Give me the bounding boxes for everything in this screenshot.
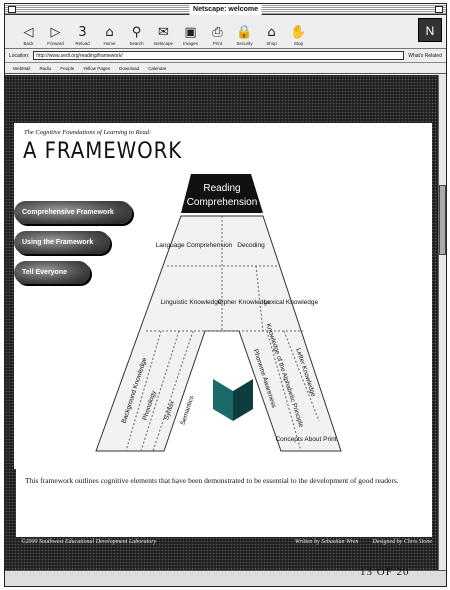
browser-window: Netscape: welcome ◁ Back ▷ Forward 3 Reload ⌂ H… — [4, 3, 447, 587]
apex-label-2: Comprehension — [187, 197, 258, 208]
book-right-icon — [233, 379, 253, 421]
framework-a-shape — [95, 215, 342, 452]
page-number: 13 OF 20 — [360, 566, 410, 578]
language-comprehension-label[interactable]: Language Comprehension — [156, 242, 233, 249]
framework-diagram: Reading Comprehension Language Comprehen… — [95, 174, 342, 452]
book-left-icon — [213, 379, 233, 421]
linguistic-knowledge-label[interactable]: Linguistic Knowledge — [160, 299, 221, 306]
concepts-about-print-label[interactable]: Concepts About Print — [275, 436, 336, 443]
vertical-scrollbar[interactable] — [438, 75, 446, 571]
scrollbar-thumb[interactable] — [439, 185, 446, 255]
lexical-knowledge-label[interactable]: Lexical Knowledge — [264, 299, 319, 306]
apex-label-1: Reading — [203, 183, 240, 194]
decoding-label[interactable]: Decoding — [237, 242, 265, 249]
